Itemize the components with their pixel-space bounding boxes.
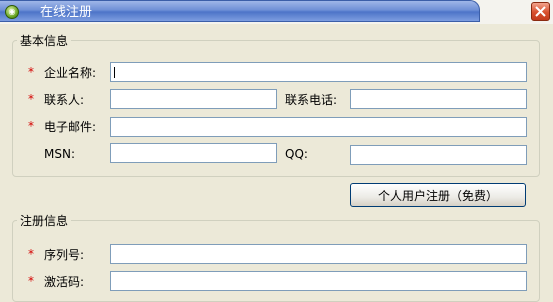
company-name-label: 企业名称: <box>44 66 97 80</box>
title-bar: ◉ 在线注册 <box>0 0 553 24</box>
company-name-input[interactable] <box>110 62 527 82</box>
qq-label: QQ: <box>285 147 308 161</box>
activation-label: 激活码: <box>44 275 85 289</box>
required-mark: * <box>28 247 34 261</box>
title-tab[interactable]: ◉ 在线注册 <box>0 0 480 22</box>
serial-label: 序列号: <box>44 248 85 262</box>
close-button[interactable] <box>531 2 550 21</box>
contact-phone-input[interactable] <box>350 89 527 109</box>
msn-input[interactable] <box>110 143 277 163</box>
required-mark: * <box>28 92 34 106</box>
app-icon: ◉ <box>5 5 19 19</box>
required-mark: * <box>28 274 34 288</box>
contact-input[interactable] <box>110 89 277 109</box>
required-mark: * <box>28 65 34 79</box>
window-title: 在线注册 <box>40 5 93 20</box>
msn-label: MSN: <box>44 147 75 161</box>
email-input[interactable] <box>110 117 527 137</box>
qq-input[interactable] <box>350 145 527 165</box>
close-icon <box>535 6 546 17</box>
email-label: 电子邮件: <box>44 120 97 134</box>
contact-phone-label: 联系电话: <box>285 93 338 107</box>
activation-input[interactable] <box>110 271 527 291</box>
serial-input[interactable] <box>110 244 527 264</box>
basic-info-legend: 基本信息 <box>20 34 69 48</box>
required-mark: * <box>28 119 34 133</box>
personal-register-button[interactable]: 个人用户注册（免费） <box>350 183 526 207</box>
registration-info-legend: 注册信息 <box>20 214 69 228</box>
contact-label: 联系人: <box>44 93 85 107</box>
text-cursor <box>114 67 115 78</box>
